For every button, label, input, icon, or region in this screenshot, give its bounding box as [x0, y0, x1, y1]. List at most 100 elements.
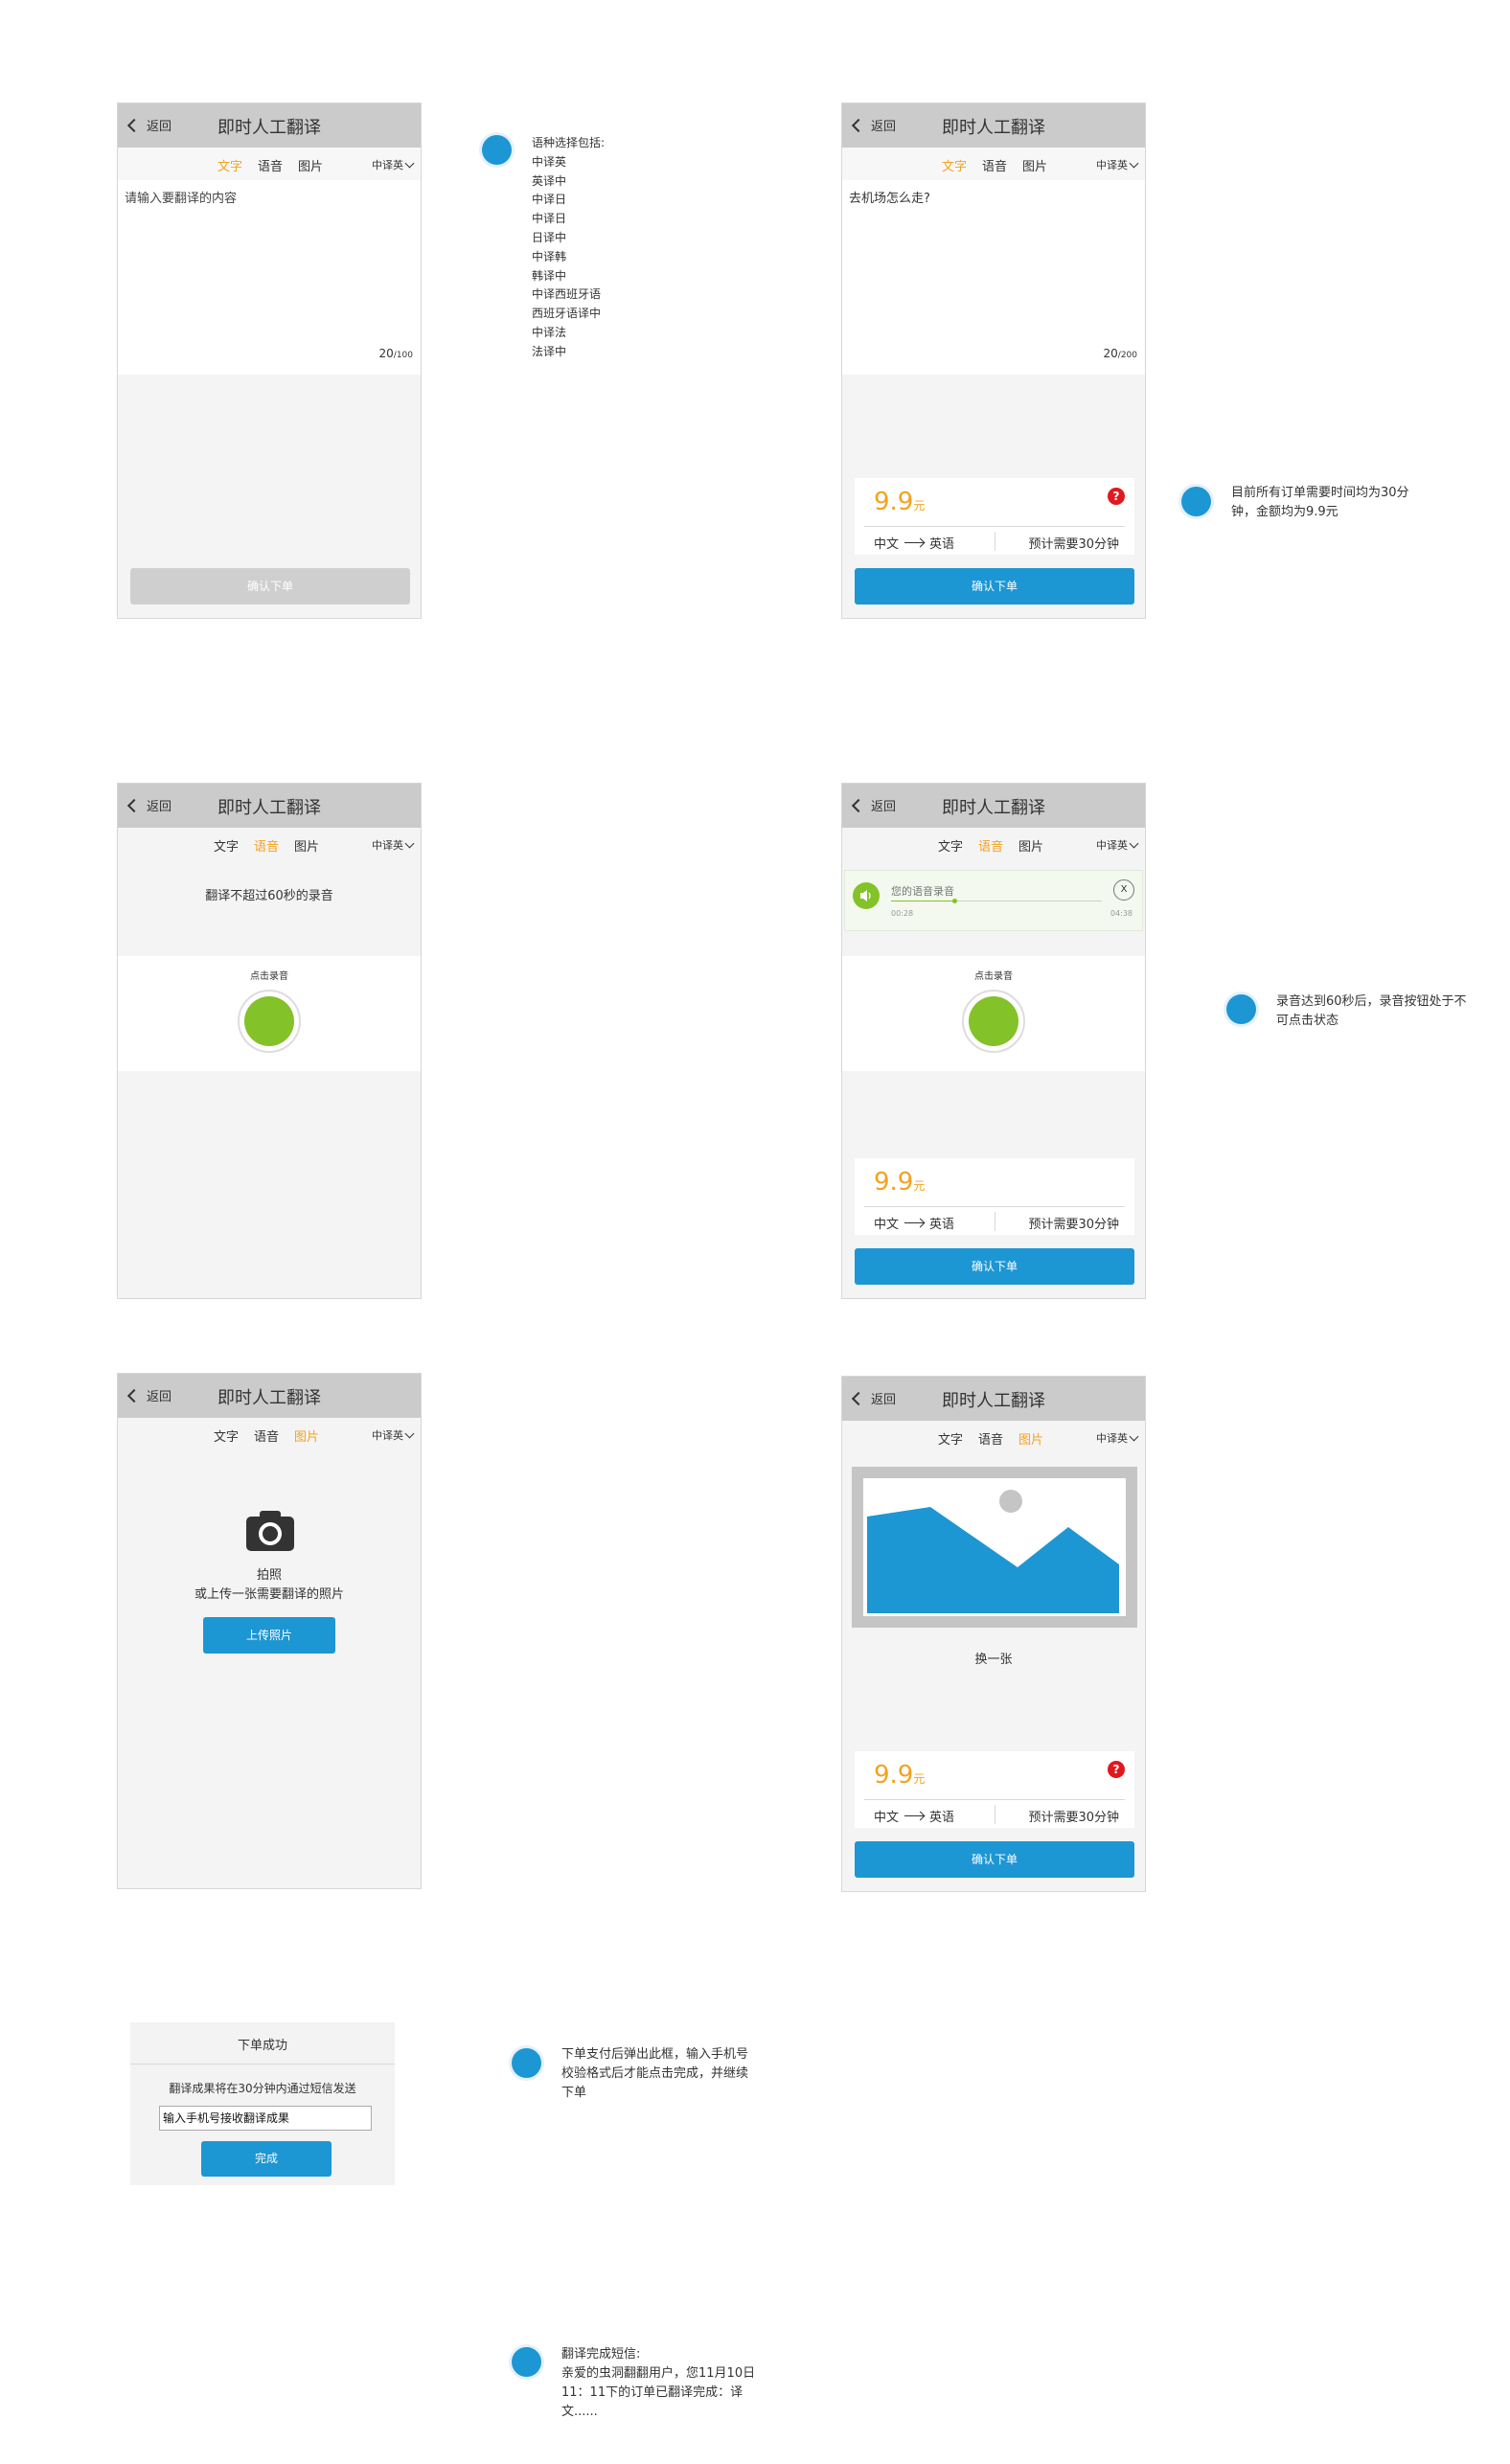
take-photo-label: 拍照 — [256, 1568, 282, 1583]
divider — [130, 2064, 395, 2065]
char-max: /100 — [393, 351, 413, 360]
language-route: 中文 英语 — [874, 534, 954, 552]
note-recording: 录音达到60秒后，录音按钮处于不 可点击状态 — [1276, 994, 1467, 1028]
language-select[interactable]: 中译英 — [372, 157, 415, 172]
text-input-area[interactable]: 请输入要翻译的内容 20/100 — [118, 180, 421, 375]
annotation-dot — [512, 2347, 541, 2377]
done-button[interactable]: 完成 — [201, 2141, 332, 2177]
screen-text-filled: 返回 即时人工翻译 文字 语音 图片 中译英 去机场怎么走? 20/200 9.… — [841, 103, 1146, 619]
annotation-dot — [1226, 994, 1256, 1024]
screen-text-empty: 返回 即时人工翻译 文字 语音 图片 中译英 请输入要翻译的内容 20/100 … — [117, 103, 422, 619]
tab-text[interactable]: 文字 — [938, 1429, 963, 1448]
language-route: 中文 英语 — [874, 1807, 954, 1825]
confirm-order-button[interactable]: 确认下单 — [855, 1248, 1134, 1285]
nav-bar: 返回 即时人工翻译 — [118, 1374, 421, 1418]
arrow-right-icon — [904, 1222, 925, 1223]
tab-voice[interactable]: 语音 — [982, 156, 1007, 174]
nav-bar: 返回 即时人工翻译 — [842, 784, 1145, 828]
text-input-placeholder: 请输入要翻译的内容 — [125, 192, 238, 206]
route-from: 中文 — [874, 1218, 900, 1232]
price-unit: 元 — [913, 499, 926, 513]
record-dot — [969, 996, 1018, 1046]
tab-photo[interactable]: 图片 — [294, 1426, 319, 1445]
note-dialog: 下单支付后弹出此框，输入手机号 校验格式后才能点击完成，并继续 下单 — [561, 2047, 749, 2100]
help-icon[interactable]: ? — [1108, 488, 1125, 505]
route-to: 英语 — [929, 1811, 955, 1825]
record-button[interactable] — [238, 990, 301, 1053]
chevron-down-icon — [404, 1428, 415, 1438]
chevron-down-icon — [1129, 1431, 1139, 1441]
screen-voice-initial: 返回 即时人工翻译 文字 语音 图片 中译英 翻译不超过60秒的录音 点击录音 — [117, 783, 422, 1299]
order-summary: 9.9元 ? 中文 英语 预计需要30分钟 — [855, 478, 1134, 555]
voice-recording-card[interactable]: 您的语音录音 00:28 04:38 X — [844, 870, 1143, 931]
camera-icon[interactable] — [245, 1510, 295, 1552]
language-select[interactable]: 中译英 — [1096, 157, 1139, 172]
text-input-area[interactable]: 去机场怎么走? 20/200 — [842, 180, 1145, 375]
tab-bar: 文字 语音 图片 中译英 — [118, 828, 421, 860]
price: 9.9元 — [874, 1168, 925, 1197]
tab-photo[interactable]: 图片 — [298, 156, 323, 174]
language-select[interactable]: 中译英 — [1096, 1430, 1139, 1446]
tab-photo[interactable]: 图片 — [294, 836, 319, 855]
tab-voice[interactable]: 语音 — [254, 836, 279, 855]
annotation-dot — [1181, 487, 1211, 516]
confirm-order-button[interactable]: 确认下单 — [855, 568, 1134, 605]
screen-photo-initial: 返回 即时人工翻译 文字 语音 图片 中译英 拍照 或上传一张需要翻译的照片 上… — [117, 1373, 422, 1889]
char-count: 20 — [378, 347, 394, 360]
tab-text[interactable]: 文字 — [942, 156, 967, 174]
chevron-down-icon — [1129, 838, 1139, 848]
tab-voice[interactable]: 语音 — [978, 1429, 1003, 1448]
divider — [864, 526, 1125, 527]
page-title: 即时人工翻译 — [942, 118, 1045, 138]
tab-bar: 文字 语音 图片 中译英 — [118, 148, 421, 180]
language-select[interactable]: 中译英 — [372, 1427, 415, 1443]
tab-photo[interactable]: 图片 — [1022, 156, 1047, 174]
phone-input[interactable]: 输入手机号接收翻译成果 — [159, 2106, 372, 2131]
speaker-icon[interactable] — [853, 882, 880, 909]
tab-bar: 文字 语音 图片 中译英 — [842, 828, 1145, 860]
tab-text[interactable]: 文字 — [217, 156, 242, 174]
voice-hint: 翻译不超过60秒的录音 — [205, 889, 333, 903]
confirm-order-button-disabled[interactable]: 确认下单 — [130, 568, 410, 605]
close-icon[interactable]: X — [1113, 879, 1134, 901]
tab-text[interactable]: 文字 — [214, 836, 239, 855]
tab-voice[interactable]: 语音 — [978, 836, 1003, 855]
change-image-link[interactable]: 换一张 — [842, 1649, 1145, 1667]
note-price: 目前所有订单需要时间均为30分 钟，金额均为9.9元 — [1231, 486, 1409, 519]
tab-voice[interactable]: 语音 — [258, 156, 283, 174]
time-total: 04:38 — [1110, 909, 1132, 918]
record-button[interactable] — [962, 990, 1025, 1053]
char-max: /200 — [1117, 351, 1137, 360]
language-select[interactable]: 中译英 — [372, 837, 415, 853]
language-value: 中译英 — [372, 839, 403, 852]
record-label: 点击录音 — [974, 971, 1013, 982]
price-value: 9.9 — [874, 488, 914, 516]
progress-handle[interactable] — [952, 899, 957, 903]
price-value: 9.9 — [874, 1761, 914, 1790]
help-icon[interactable]: ? — [1108, 1761, 1125, 1778]
page-title: 即时人工翻译 — [217, 798, 321, 818]
confirm-order-button[interactable]: 确认下单 — [855, 1841, 1134, 1878]
record-area: 点击录音 — [842, 956, 1145, 1071]
chevron-down-icon — [404, 158, 415, 168]
upload-hint: 或上传一张需要翻译的照片 — [194, 1587, 344, 1602]
tab-text[interactable]: 文字 — [214, 1426, 239, 1445]
arrow-right-icon — [904, 1815, 925, 1816]
tab-voice[interactable]: 语音 — [254, 1426, 279, 1445]
tab-photo[interactable]: 图片 — [1018, 1429, 1043, 1448]
note-language-options: 语种选择包括: 中译英 英译中 中译日 中译日 日译中 中译韩 韩译中 中译西班… — [532, 136, 606, 358]
price-value: 9.9 — [874, 1168, 914, 1197]
text-input-value: 去机场怎么走? — [849, 192, 930, 206]
estimated-time: 预计需要30分钟 — [1028, 1218, 1119, 1232]
price: 9.9元 — [874, 1761, 925, 1790]
tab-text[interactable]: 文字 — [938, 836, 963, 855]
record-area: 点击录音 — [118, 956, 421, 1071]
upload-photo-button[interactable]: 上传照片 — [203, 1617, 335, 1654]
uploaded-image-icon[interactable] — [852, 1467, 1137, 1628]
record-label: 点击录音 — [250, 971, 288, 982]
tab-photo[interactable]: 图片 — [1018, 836, 1043, 855]
screen-voice-recorded: 返回 即时人工翻译 文字 语音 图片 中译英 您的语音录音 00:28 04:3… — [841, 783, 1146, 1299]
order-summary: 9.9元 ? 中文 英语 预计需要30分钟 — [855, 1751, 1134, 1828]
language-select[interactable]: 中译英 — [1096, 837, 1139, 853]
page-title: 即时人工翻译 — [217, 1388, 321, 1408]
